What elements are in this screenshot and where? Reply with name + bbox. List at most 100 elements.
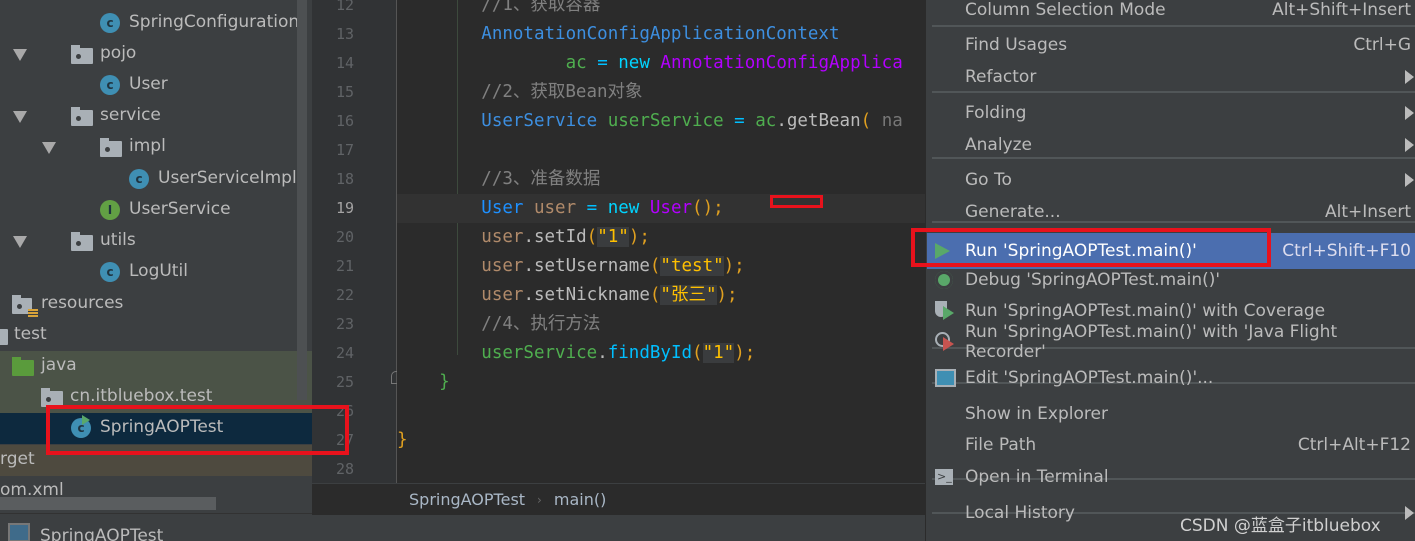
expand-arrow-icon[interactable]: [42, 142, 56, 154]
code-token: //2、获取Bean对象: [397, 82, 643, 102]
tree-item[interactable]: resources: [0, 289, 312, 320]
tree-item[interactable]: java: [0, 351, 312, 382]
menu-item-label: Column Selection Mode: [965, 0, 1166, 20]
code-token: (: [692, 343, 703, 363]
edit-config-icon: [935, 369, 956, 387]
menu-item[interactable]: Generate... Alt+Insert: [927, 197, 1415, 227]
tree-item-label: java: [41, 355, 77, 375]
code-token: User: [397, 198, 534, 218]
code-editor[interactable]: //1、获取容器 AnnotationConfigApplicationCont…: [397, 0, 925, 483]
code-line[interactable]: //1、获取容器: [397, 0, 925, 20]
code-line[interactable]: }: [397, 368, 925, 397]
package-icon: [71, 232, 93, 251]
code-line[interactable]: //3、准备数据: [397, 165, 925, 194]
tree-item[interactable]: utils: [0, 226, 312, 257]
bottom-tab-springaoptest[interactable]: SpringAOPTest: [0, 513, 312, 541]
code-line[interactable]: user.setUsername("test");: [397, 252, 925, 281]
code-token: "1": [702, 343, 735, 363]
package-icon: [100, 138, 122, 157]
line-number: 17: [335, 141, 354, 159]
menu-item[interactable]: Analyze: [927, 130, 1415, 160]
line-number: 25: [335, 373, 354, 391]
code-line[interactable]: ac = new AnnotationConfigApplica: [397, 49, 925, 78]
line-number: 21: [335, 257, 354, 275]
line-number: 22: [335, 286, 354, 304]
code-line[interactable]: [397, 455, 925, 483]
code-line[interactable]: userService.findById("1");: [397, 339, 925, 368]
tree-item[interactable]: test: [0, 320, 312, 351]
debug-icon: [935, 271, 953, 289]
breadcrumb-class[interactable]: SpringAOPTest: [409, 490, 525, 509]
code-line[interactable]: user.setId("1");: [397, 223, 925, 252]
menu-item-label: Open in Terminal: [965, 467, 1109, 487]
menu-item-label: Local History: [965, 503, 1075, 523]
expand-arrow-icon[interactable]: [13, 236, 27, 248]
tree-item[interactable]: c User: [0, 70, 312, 101]
tree-item[interactable]: c LogUtil: [0, 257, 312, 288]
tree-item[interactable]: c UserServiceImpl: [0, 164, 312, 195]
submenu-arrow-icon: [1405, 173, 1414, 187]
menu-item-label: Go To: [965, 170, 1012, 190]
line-number: 19: [335, 199, 354, 217]
tree-item-label: test: [14, 324, 47, 344]
line-number: 24: [335, 344, 354, 362]
tree-horizontal-scrollbar[interactable]: [0, 497, 216, 510]
menu-item-label: Run 'SpringAOPTest.main()' with 'Java Fl…: [965, 322, 1338, 362]
menu-item[interactable]: Edit 'SpringAOPTest.main()'...: [927, 363, 1415, 393]
code-token: user: [397, 227, 524, 247]
code-token: .setId: [523, 227, 587, 247]
tree-item-label: rget: [0, 449, 35, 469]
code-line[interactable]: UserService userService = ac.getBean( na: [397, 107, 925, 136]
expand-arrow-icon[interactable]: [13, 49, 27, 61]
menu-separator: [932, 25, 1415, 27]
menu-item[interactable]: Folding: [927, 98, 1415, 128]
menu-item-label: Show in Explorer: [965, 404, 1108, 424]
code-token: "1": [597, 227, 629, 247]
context-menu: Column Selection Mode Alt+Shift+Insert Fin…: [925, 0, 1415, 541]
menu-item[interactable]: File Path Ctrl+Alt+F12: [927, 430, 1415, 460]
tree-item-label: UserServiceImpl: [158, 168, 297, 188]
menu-item[interactable]: >_ Open in Terminal: [927, 462, 1415, 492]
menu-item-shortcut: Alt+Shift+Insert: [1272, 0, 1411, 20]
code-token: userService: [397, 343, 598, 363]
menu-item[interactable]: Debug 'SpringAOPTest.main()': [927, 265, 1415, 295]
bottom-tab-label: SpringAOPTest: [40, 526, 164, 541]
code-token: =: [576, 198, 608, 218]
tree-item-label: UserService: [129, 199, 231, 219]
code-token: //4、执行方法: [397, 314, 601, 334]
code-line[interactable]: user.setNickname("张三");: [397, 281, 925, 310]
code-token: .setUsername: [523, 256, 650, 276]
menu-item[interactable]: Find Usages Ctrl+G: [927, 30, 1415, 60]
code-token: UserService: [397, 111, 608, 131]
code-line[interactable]: User user = new User();: [397, 194, 925, 223]
tree-item[interactable]: I UserService: [0, 195, 312, 226]
profiler-icon: [935, 332, 955, 352]
code-token: "张三": [660, 285, 717, 305]
menu-item-label: Refactor: [965, 67, 1037, 87]
tree-vertical-scrollbar[interactable]: [297, 0, 307, 400]
tree-item-label: SpringConfiguration: [129, 12, 300, 32]
class-icon: c: [100, 75, 120, 95]
interface-icon: I: [100, 200, 120, 220]
menu-item[interactable]: Refactor: [927, 62, 1415, 92]
tree-item[interactable]: impl: [0, 132, 312, 163]
tree-item[interactable]: c SpringConfiguration: [0, 8, 312, 39]
code-line[interactable]: //2、获取Bean对象: [397, 78, 925, 107]
tree-item-label: resources: [41, 293, 124, 313]
menu-item[interactable]: Run 'SpringAOPTest.main()' with 'Java Fl…: [927, 322, 1415, 362]
breadcrumb-method[interactable]: main(): [554, 490, 606, 509]
project-tree: c SpringConfiguration pojo c User service impl…: [0, 0, 312, 541]
menu-item[interactable]: Show in Explorer: [927, 399, 1415, 429]
expand-arrow-icon[interactable]: [13, 111, 27, 123]
code-line[interactable]: //4、执行方法: [397, 310, 925, 339]
menu-item[interactable]: Column Selection Mode Alt+Shift+Insert: [927, 0, 1415, 25]
tree-item[interactable]: service: [0, 101, 312, 132]
code-line[interactable]: }: [397, 426, 925, 455]
code-line[interactable]: [397, 136, 925, 165]
code-line[interactable]: [397, 397, 925, 426]
code-line[interactable]: AnnotationConfigApplicationContext: [397, 20, 925, 49]
tree-item[interactable]: pojo: [0, 39, 312, 70]
line-number: 14: [335, 54, 354, 72]
code-token: );: [734, 343, 756, 363]
menu-item[interactable]: Go To: [927, 165, 1415, 195]
